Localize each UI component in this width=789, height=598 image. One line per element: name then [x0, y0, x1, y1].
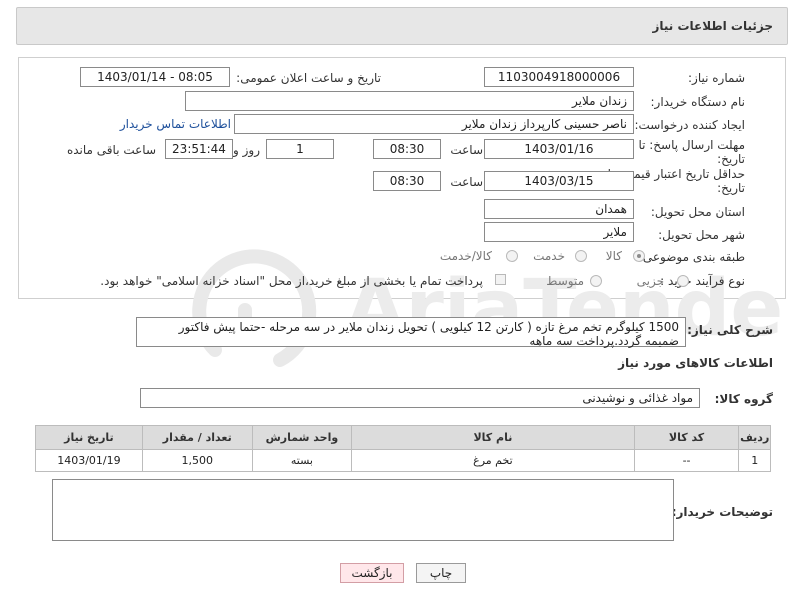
need-number-label: شماره نیاز:	[688, 71, 745, 85]
category-service-label: خدمت	[533, 249, 565, 263]
goods-group-label: گروه کالا:	[714, 392, 773, 406]
buyer-org-label: نام دستگاه خریدار:	[650, 95, 746, 109]
need-description-field[interactable]: 1500 کیلوگرم تخم مرغ تازه ( کارتن 12 کیل…	[136, 317, 686, 348]
table-row[interactable]: 1 -- تخم مرغ بسته 1,500 1403/01/19	[35, 449, 771, 472]
remaining-time-label: ساعت باقی مانده	[66, 143, 156, 157]
cell-goods-code: --	[633, 449, 740, 472]
days-label: روز و	[233, 143, 260, 157]
city-label: شهر محل تحویل:	[658, 228, 745, 242]
announce-datetime-label: تاریخ و ساعت اعلان عمومی:	[236, 71, 381, 85]
process-type-label: نوع فرآیند خرید :	[660, 274, 745, 288]
province-field[interactable]: همدان	[484, 199, 634, 219]
deadline-time-label: ساعت	[450, 143, 483, 157]
category-goods-service-label: کالا/خدمت	[439, 249, 492, 263]
need-description-label: شرح کلی نیاز:	[687, 323, 773, 337]
col-goods-code: کد کالا	[633, 425, 740, 450]
cell-unit: بسته	[251, 449, 353, 472]
creator-label: ایجاد کننده درخواست:	[634, 118, 745, 132]
col-row-number: ردیف	[738, 425, 771, 450]
category-goods-label: کالا	[605, 249, 622, 263]
goods-group-field[interactable]: مواد غذائی و نوشیدنی	[140, 388, 700, 408]
process-minor-label: جزیی	[636, 274, 664, 288]
col-need-date: تاریخ نیاز	[35, 425, 143, 450]
buyer-org-field[interactable]: زندان ملایر	[185, 91, 634, 111]
col-goods-name: نام کالا	[351, 425, 635, 450]
price-validity-date-field[interactable]: 1403/03/15	[484, 171, 634, 191]
col-quantity: تعداد / مقدار	[141, 425, 253, 450]
cell-need-date: 1403/01/19	[35, 449, 143, 472]
city-field[interactable]: ملایر	[484, 222, 634, 242]
days-remaining-field[interactable]: 1	[266, 139, 334, 159]
process-minor-radio[interactable]	[677, 275, 689, 287]
page-title: جزئیات اطلاعات نیاز	[652, 19, 773, 33]
deadline-time-field[interactable]: 08:30	[373, 139, 441, 159]
treasury-payment-note: پرداخت تمام یا بخشی از مبلغ خرید،از محل …	[100, 274, 483, 288]
col-unit: واحد شمارش	[251, 425, 353, 450]
deadline-label: مهلت ارسال پاسخ: تا	[638, 138, 745, 152]
goods-table-header: ردیف کد کالا نام کالا واحد شمارش تعداد /…	[35, 425, 771, 450]
cell-quantity: 1,500	[141, 449, 253, 472]
price-validity-date-label: تاریخ:	[717, 181, 745, 195]
cell-row-number: 1	[738, 449, 771, 472]
deadline-date-field[interactable]: 1403/01/16	[484, 139, 634, 159]
buyer-notes-field[interactable]	[52, 479, 674, 541]
goods-table: ردیف کد کالا نام کالا واحد شمارش تعداد /…	[35, 425, 771, 472]
cell-goods-name: تخم مرغ	[351, 449, 635, 472]
process-medium-label: متوسط	[546, 274, 584, 288]
goods-section-title: اطلاعات کالاهای مورد نیاز	[618, 356, 773, 370]
category-service-radio[interactable]	[575, 250, 587, 262]
creator-field[interactable]: ناصر حسینی کارپرداز زندان ملایر	[234, 114, 634, 134]
treasury-payment-checkbox[interactable]	[495, 274, 506, 285]
deadline-date-label: تاریخ:	[717, 152, 745, 166]
province-label: استان محل تحویل:	[650, 205, 745, 219]
category-goods-radio[interactable]	[633, 250, 645, 262]
category-goods-service-radio[interactable]	[506, 250, 518, 262]
process-medium-radio[interactable]	[590, 275, 602, 287]
category-label: طبقه بندی موضوعی:	[638, 250, 745, 264]
announce-datetime-field[interactable]: 1403/01/14 - 08:05	[80, 67, 230, 87]
buyer-notes-label: توضیحات خریدار:	[671, 505, 773, 519]
page-header: جزئیات اطلاعات نیاز	[16, 7, 788, 45]
need-number-field[interactable]: 1103004918000006	[484, 67, 634, 87]
price-validity-time-field[interactable]: 08:30	[373, 171, 441, 191]
remaining-time-field[interactable]: 23:51:44	[165, 139, 233, 159]
buyer-contact-link[interactable]: اطلاعات تماس خریدار	[120, 117, 231, 131]
print-button[interactable]: چاپ	[416, 563, 466, 583]
price-validity-time-label: ساعت	[450, 175, 483, 189]
back-button[interactable]: بازگشت	[340, 563, 404, 583]
